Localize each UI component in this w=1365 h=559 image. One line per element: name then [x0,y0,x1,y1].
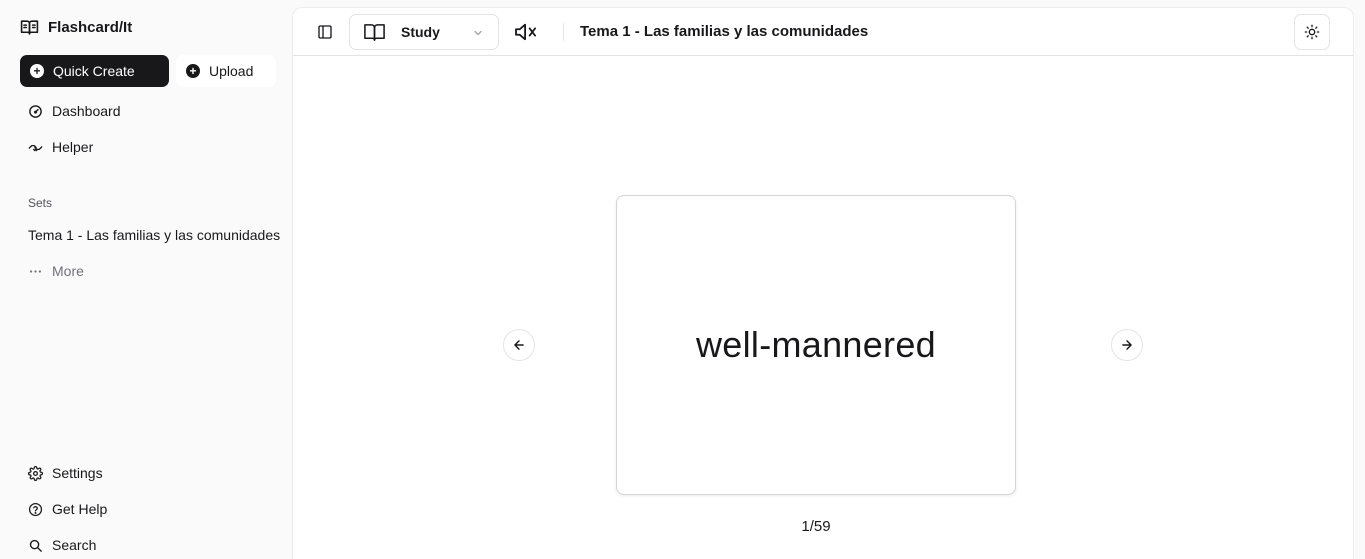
main-panel: Study Tema 1 - Las familias y las comuni… [292,7,1354,559]
set-title: Tema 1 - Las familias y las comunidades [580,23,869,40]
sidebar-item-label: Settings [52,465,103,481]
flashcard-term: well-mannered [695,324,936,365]
brand-name: Flashcard/It [48,18,133,36]
book-open-icon [364,23,385,41]
search-icon [29,539,42,552]
next-card-button[interactable] [1111,329,1143,361]
arrow-left-icon [514,340,524,350]
set-label: Tema 1 - Las familias y las comunidades [28,227,281,243]
handshake-icon [28,144,43,151]
mode-select[interactable]: Study [349,14,499,50]
gauge-icon [29,104,42,118]
card-counter: 1/59 [801,518,831,535]
quick-create-label: Quick Create [53,63,135,79]
flashcard[interactable]: well-mannered [616,195,1016,495]
sidebar-item-more[interactable]: More [20,256,276,286]
top-toolbar: Study Tema 1 - Las familias y las comuni… [293,8,1353,56]
brand[interactable]: Flashcard/It [20,16,132,38]
arrow-right-icon [1122,340,1132,350]
upload-label: Upload [209,63,254,79]
mode-select-value: Study [401,24,440,40]
panel-left-icon [318,25,332,39]
sets-section-label: Sets [28,196,53,210]
plus-circle-icon: + [30,64,44,78]
sidebar-item-label: Helper [52,139,94,155]
plus-circle-icon: + [186,64,200,78]
book-open-icon [20,19,39,35]
quick-create-button[interactable]: + Quick Create [20,55,169,87]
previous-card-button[interactable] [503,329,535,361]
mute-toggle-button[interactable] [513,20,539,44]
sun-icon [1304,24,1320,40]
sidebar-item-label: Dashboard [52,103,121,119]
sidebar: Flashcard/It + Quick Create + Upload Das… [0,0,291,559]
upload-button[interactable]: + Upload [176,55,276,87]
sidebar-toggle-button[interactable] [315,22,335,42]
toolbar-divider [563,23,564,41]
chevron-down-icon [474,30,482,36]
sidebar-item-label: Get Help [52,501,108,517]
sidebar-item-set[interactable]: Tema 1 - Las familias y las comunidades [20,220,282,250]
sidebar-item-get-help[interactable]: Get Help [20,494,276,524]
sidebar-item-helper[interactable]: Helper [20,132,276,162]
theme-toggle-button[interactable] [1294,14,1330,50]
sidebar-item-search[interactable]: Search [20,530,276,559]
volume-mute-icon [515,23,536,41]
sidebar-item-label: More [52,263,84,279]
sidebar-item-label: Search [52,537,97,553]
sidebar-item-settings[interactable]: Settings [20,458,276,488]
gear-icon [28,465,43,481]
help-circle-icon [28,502,43,516]
more-horizontal-icon [30,269,41,273]
sidebar-item-dashboard[interactable]: Dashboard [20,96,276,126]
